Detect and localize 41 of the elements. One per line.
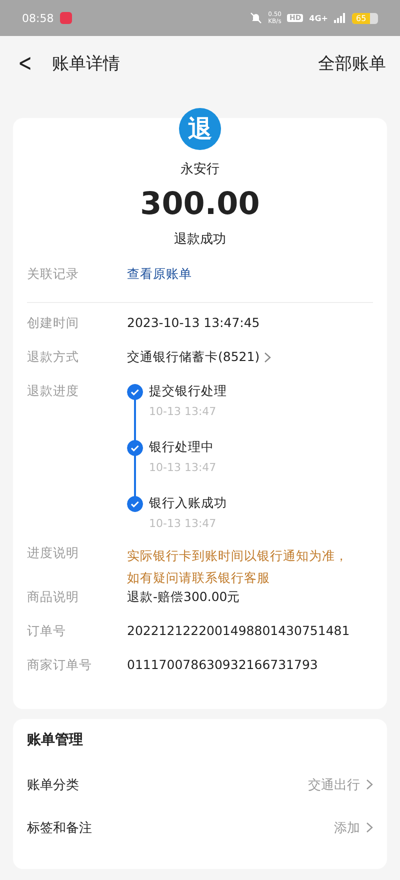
app-notification-icon (60, 12, 72, 24)
step-title: 银行处理中 (149, 439, 215, 456)
step-time: 10-13 13:47 (149, 461, 216, 474)
chevron-right-icon (366, 779, 373, 790)
notice-text: 实际银行卡到账时间以银行通知为准， (127, 547, 348, 565)
step-title: 银行入账成功 (149, 495, 227, 512)
mute-bell-icon (250, 12, 262, 24)
field-value: 退款-赔偿300.00元 (127, 589, 240, 606)
field-value: 2023-10-13 13:47:45 (127, 315, 260, 330)
page-title: 账单详情 (52, 52, 121, 74)
field-label: 商品说明 (27, 589, 80, 606)
view-bill-link[interactable]: 查看原账单 (127, 266, 192, 283)
battery-percent: 65 (355, 12, 368, 24)
merchant-name: 永安行 (180, 161, 220, 178)
setting-label[interactable]: 标签和备注 (27, 818, 334, 836)
field-label: 进度说明 (27, 545, 80, 562)
notice-text: 如有疑问请联系银行客服 (127, 569, 271, 587)
payment-method[interactable]: 交通银行储蓄卡(8521) (127, 349, 260, 366)
field-label: 关联记录 (27, 266, 80, 283)
all-bills-link[interactable]: 全部账单 (318, 52, 386, 74)
back-button[interactable]: < (16, 49, 34, 77)
amount: 300.00 (140, 186, 260, 222)
chevron-right-icon (264, 352, 271, 363)
refund-status: 退款成功 (174, 231, 226, 248)
chevron-right-icon (366, 822, 373, 833)
field-label: 创建时间 (27, 315, 80, 332)
step-title: 提交银行处理 (149, 383, 227, 400)
step-time: 10-13 13:47 (149, 517, 218, 530)
setting-label[interactable]: 账单分类 (27, 776, 308, 794)
field-label: 订单号 (27, 623, 67, 640)
field-label: 商家订单号 (27, 657, 93, 674)
refund-icon: 退 (179, 108, 221, 150)
signal-icon (334, 13, 346, 23)
field-value: 011170078630932166731793 (127, 657, 318, 672)
step-time: 10-13 13:47 (149, 405, 218, 418)
clock: 08:58 (22, 12, 54, 24)
section-title: 账单管理 (27, 731, 84, 749)
network-type: 4G+ (309, 14, 328, 22)
field-label: 退款进度 (27, 383, 80, 400)
field-value: 2022121222001498801430751481 (127, 623, 350, 638)
field-label: 退款方式 (27, 349, 80, 366)
